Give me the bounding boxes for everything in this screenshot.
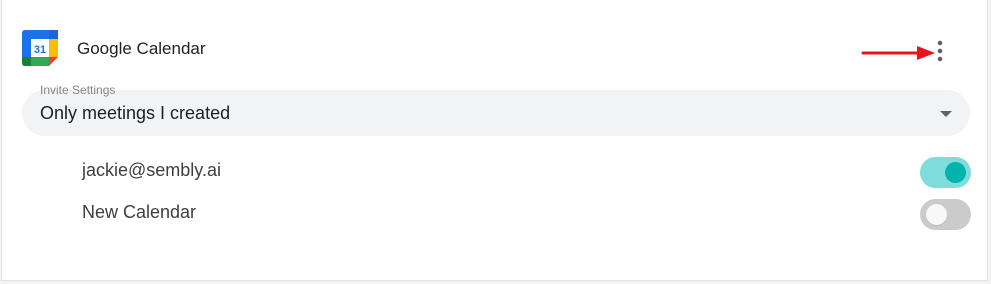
- more-vertical-icon: [937, 40, 943, 62]
- calendar-toggle-new-calendar[interactable]: [920, 199, 971, 230]
- invite-settings-value: Only meetings I created: [40, 103, 231, 123]
- more-options-button[interactable]: [930, 38, 950, 64]
- calendar-logo-day: 31: [34, 44, 46, 56]
- invite-settings-label: Invite Settings: [40, 83, 116, 97]
- calendar-name: jackie@sembly.ai: [82, 160, 221, 180]
- integration-title: Google Calendar: [77, 39, 206, 58]
- toggle-knob: [926, 204, 947, 225]
- google-calendar-icon: 31: [22, 30, 58, 66]
- invite-settings-select[interactable]: Only meetings I created: [22, 90, 970, 136]
- calendar-name: New Calendar: [82, 202, 197, 222]
- annotation-arrow-icon: [861, 46, 935, 60]
- calendar-toggle-jackie[interactable]: [920, 157, 971, 188]
- integration-card: 31 Google Calendar Invite Settings Only …: [1, 0, 988, 281]
- caret-down-icon: [940, 111, 952, 117]
- toggle-knob: [945, 162, 966, 183]
